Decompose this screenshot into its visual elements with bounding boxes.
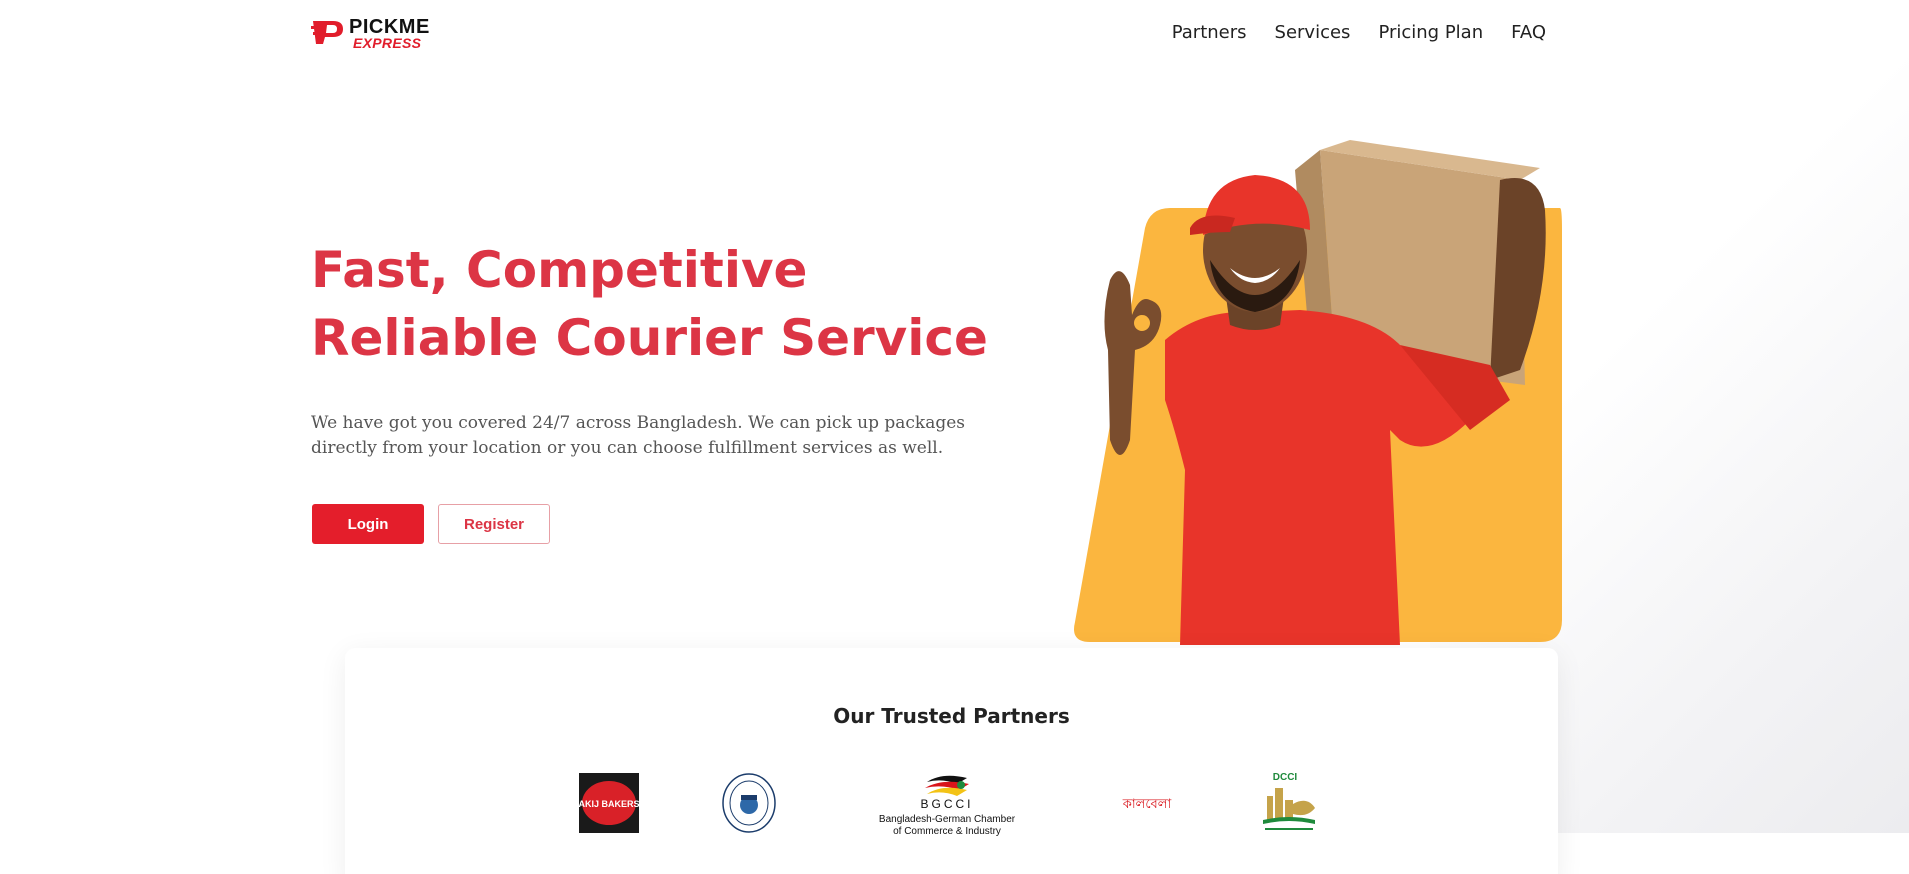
nav-faq[interactable]: FAQ: [1511, 22, 1546, 43]
brand-logo[interactable]: PICKME EXPRESS: [311, 14, 431, 51]
bengali-wordmark-text: কালবেলা: [1122, 797, 1172, 812]
akij-bakers-text: AKIJ BAKERS: [579, 799, 639, 809]
partners-title: Our Trusted Partners: [833, 704, 1070, 728]
hero-courier-image: [1074, 140, 1562, 645]
bgcci-line-2: of Commerce & Industry: [893, 826, 1001, 837]
page: PICKME EXPRESS Partners Services Pricing…: [0, 0, 1909, 874]
partners-section: Our Trusted Partners AKIJ BAKERS BGCCI B…: [345, 648, 1558, 874]
nav-pricing-plan[interactable]: Pricing Plan: [1378, 22, 1483, 43]
nav-partners[interactable]: Partners: [1172, 22, 1247, 43]
login-button[interactable]: Login: [312, 504, 424, 544]
hero-description: We have got you covered 24/7 across Bang…: [311, 413, 966, 458]
bgcci-abbr: BGCCI: [920, 797, 973, 811]
main-nav: Partners Services Pricing Plan FAQ: [1172, 22, 1546, 43]
logo-mark-icon: [311, 21, 343, 44]
nav-services[interactable]: Services: [1275, 22, 1351, 43]
hero-title-line-1: Fast, Competitive: [311, 241, 808, 299]
bgcci-logo[interactable]: BGCCI Bangladesh-German Chamber of Comme…: [857, 770, 1037, 838]
bengali-wordmark-logo[interactable]: কালবেলা: [1117, 788, 1177, 818]
register-button[interactable]: Register: [438, 504, 550, 544]
dcci-abbr: DCCI: [1273, 772, 1298, 783]
university-seal-logo[interactable]: [721, 773, 777, 833]
hero-title-line-2: Reliable Courier Service: [311, 309, 988, 367]
hero-title: Fast, Competitive Reliable Courier Servi…: [311, 236, 1011, 372]
bgcci-line-1: Bangladesh-German Chamber: [879, 814, 1016, 825]
akij-bakers-logo[interactable]: AKIJ BAKERS: [578, 773, 640, 833]
dcci-logo[interactable]: DCCI: [1257, 770, 1321, 836]
logo-sub-text: EXPRESS: [353, 35, 422, 51]
